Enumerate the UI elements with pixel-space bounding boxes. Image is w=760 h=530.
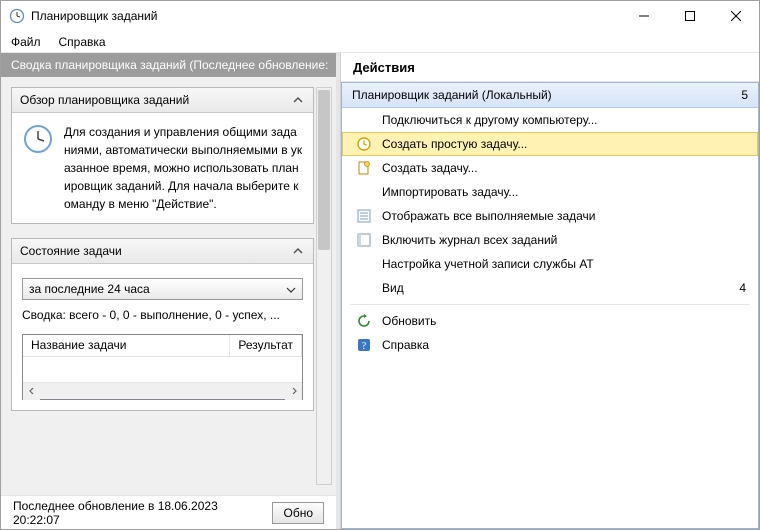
action-show-running[interactable]: Отображать все выполняемые задачи: [342, 204, 758, 228]
status-bar: Последнее обновление в 18.06.2023 20:22:…: [1, 495, 336, 529]
menu-bar: Файл Справка: [1, 31, 759, 53]
separator: [350, 304, 750, 305]
scroll-right-icon[interactable]: [285, 383, 302, 400]
menu-help[interactable]: Справка: [59, 35, 106, 49]
horizontal-scrollbar[interactable]: [23, 382, 302, 399]
collapse-icon[interactable]: [291, 244, 305, 258]
status-title: Состояние задачи: [20, 244, 122, 258]
document-icon: [356, 160, 372, 176]
timeframe-dropdown[interactable]: за последние 24 часа: [22, 278, 303, 300]
action-label: Настройка учетной записи службы AT: [382, 257, 594, 271]
refresh-button[interactable]: Обно: [272, 502, 324, 524]
list-icon: [356, 208, 372, 224]
overview-text: Для создания и управления общими задания…: [64, 123, 303, 213]
action-label: Включить журнал всех заданий: [382, 233, 557, 247]
close-button[interactable]: [713, 1, 759, 31]
summary-header: Сводка планировщика заданий (Последнее о…: [1, 53, 336, 77]
view-label: Вид: [382, 281, 404, 295]
scroll-left-icon[interactable]: [23, 383, 40, 400]
col-result[interactable]: Результат: [230, 335, 302, 356]
action-label: Создать задачу...: [382, 161, 478, 175]
action-at-account[interactable]: Настройка учетной записи службы AT: [342, 252, 758, 276]
title-bar: Планировщик заданий: [1, 1, 759, 31]
action-view[interactable]: Вид 4: [342, 276, 758, 300]
scroll-thumb[interactable]: [318, 90, 330, 250]
view-number: 4: [739, 281, 748, 295]
help-icon: ?: [356, 337, 372, 353]
action-import[interactable]: Импортировать задачу...: [342, 180, 758, 204]
actions-header-label: Планировщик заданий (Локальный): [352, 88, 552, 102]
task-table: Название задачи Результат: [22, 334, 303, 400]
collapse-icon[interactable]: [291, 93, 305, 107]
refresh-icon: [356, 313, 372, 329]
overview-section: Обзор планировщика заданий Для создания …: [11, 87, 314, 224]
clock-icon: [356, 136, 372, 152]
maximize-button[interactable]: [667, 1, 713, 31]
overview-title: Обзор планировщика заданий: [20, 93, 189, 107]
action-create-task[interactable]: Создать задачу...: [342, 156, 758, 180]
chevron-down-icon: [286, 284, 296, 294]
action-connect[interactable]: Подключиться к другому компьютеру...: [342, 108, 758, 132]
window-title: Планировщик заданий: [31, 9, 621, 23]
minimize-button[interactable]: [621, 1, 667, 31]
stats-text: Сводка: всего - 0, 0 - выполнение, 0 - у…: [22, 308, 303, 322]
status-section: Состояние задачи за последние 24 часа Св…: [11, 238, 314, 411]
actions-title: Действия: [341, 53, 759, 82]
action-label: Обновить: [382, 314, 436, 328]
action-refresh[interactable]: Обновить: [342, 309, 758, 333]
dropdown-value: за последние 24 часа: [29, 282, 150, 296]
actions-header-number: 5: [741, 88, 748, 102]
last-update-text: Последнее обновление в 18.06.2023 20:22:…: [13, 499, 258, 527]
action-label: Подключиться к другому компьютеру...: [382, 113, 598, 127]
action-label: Справка: [382, 338, 429, 352]
svg-text:?: ?: [362, 341, 367, 352]
action-label: Создать простую задачу...: [382, 137, 527, 151]
menu-file[interactable]: Файл: [11, 35, 41, 49]
action-create-basic[interactable]: Создать простую задачу...: [342, 132, 758, 156]
vertical-scrollbar[interactable]: [316, 87, 332, 485]
clock-icon: [9, 8, 25, 24]
col-name[interactable]: Название задачи: [23, 335, 230, 356]
action-enable-log[interactable]: Включить журнал всех заданий: [342, 228, 758, 252]
log-icon: [356, 232, 372, 248]
action-label: Отображать все выполняемые задачи: [382, 209, 596, 223]
action-help[interactable]: ? Справка: [342, 333, 758, 357]
clock-icon: [22, 123, 54, 155]
action-label: Импортировать задачу...: [382, 185, 518, 199]
actions-header: Планировщик заданий (Локальный) 5: [342, 83, 758, 108]
